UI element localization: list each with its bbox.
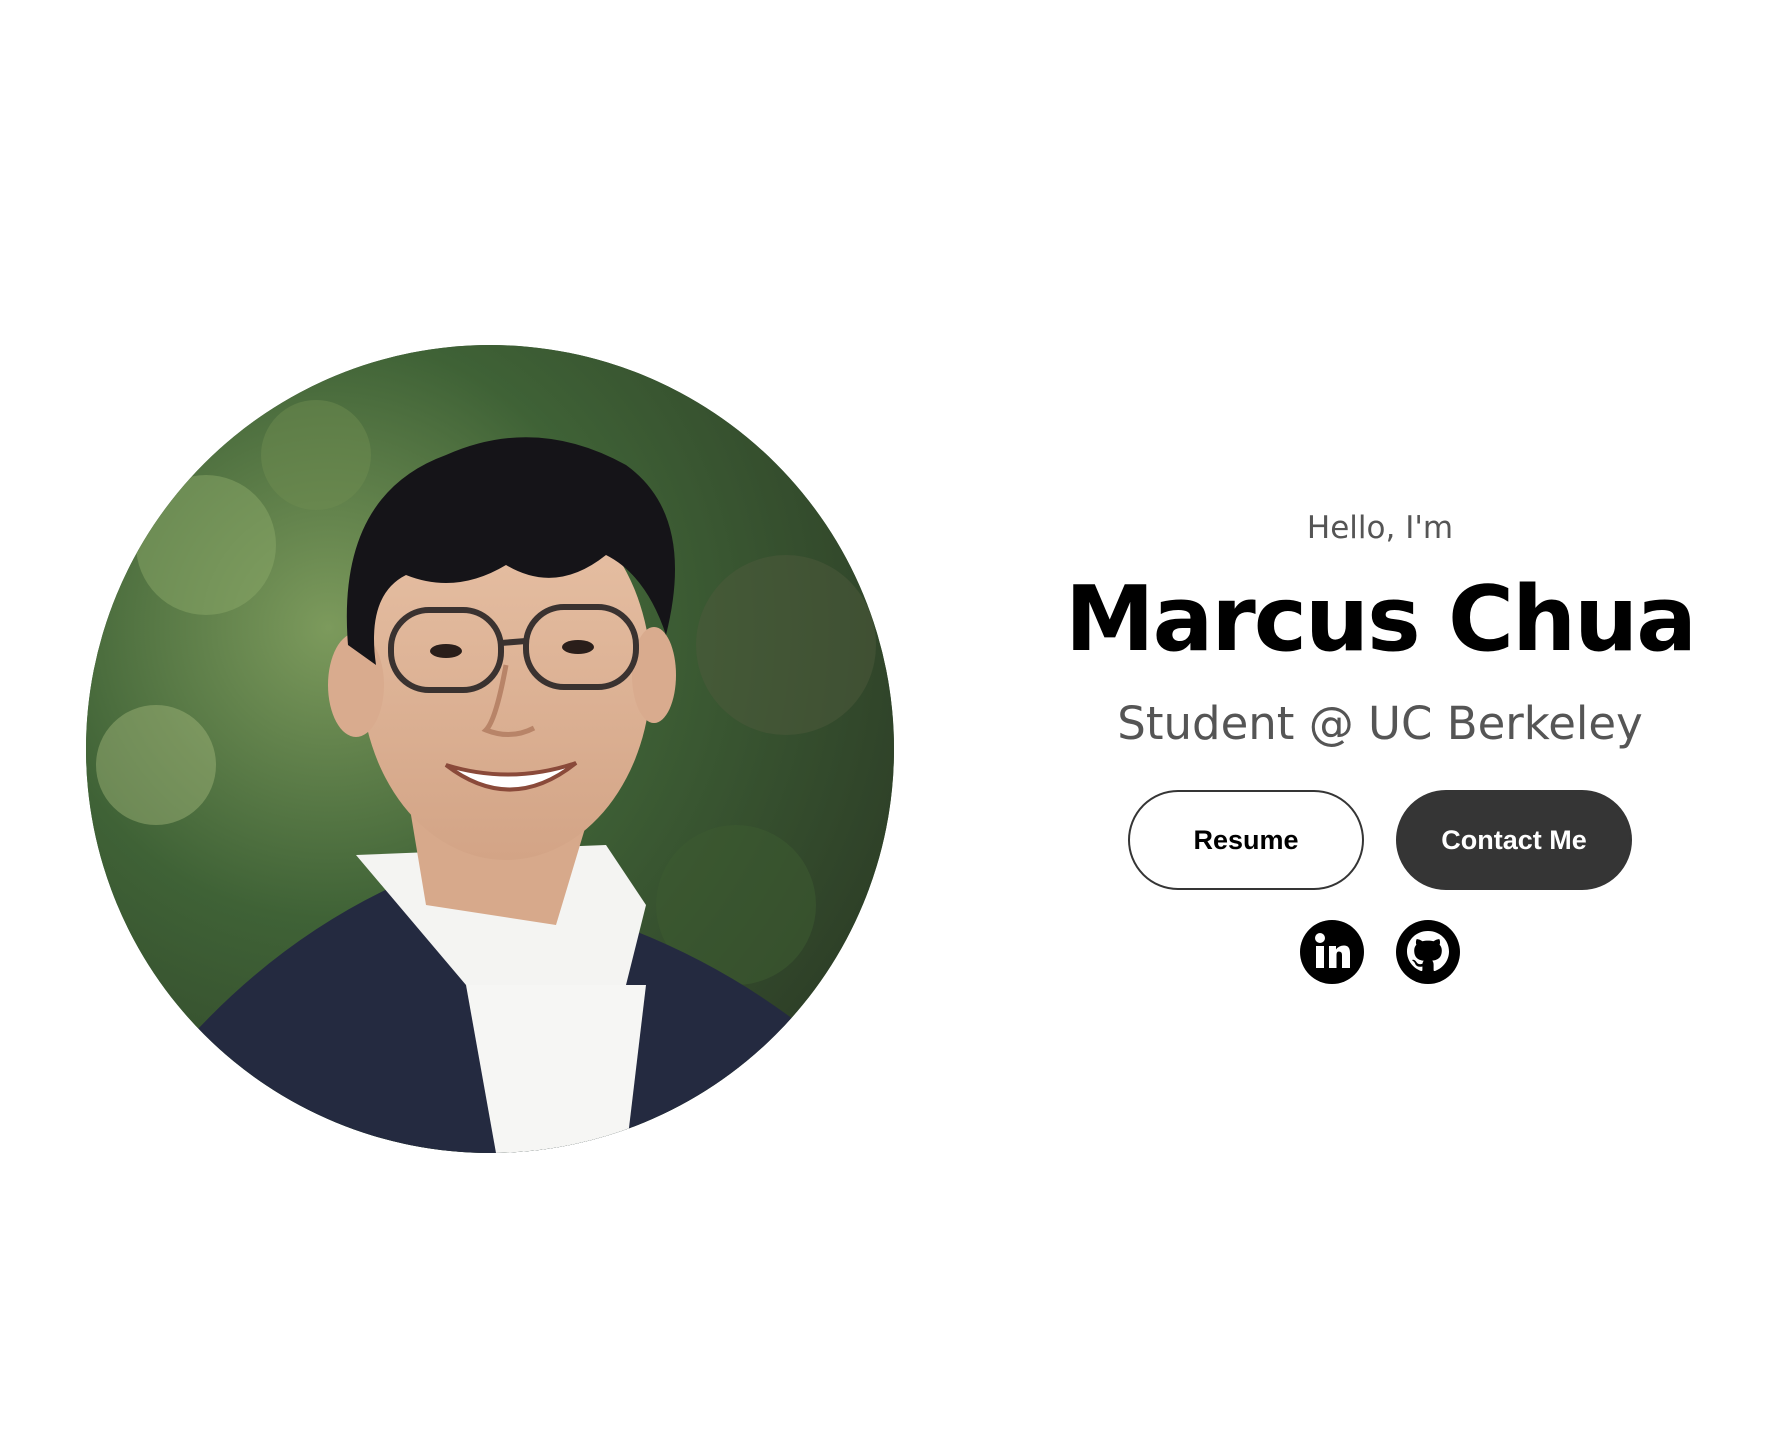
github-icon — [1396, 920, 1460, 984]
intro-section: Hello, I'm Marcus Chua Student @ UC Berk… — [1000, 490, 1760, 984]
profile-photo — [86, 345, 894, 1153]
contact-me-button[interactable]: Contact Me — [1396, 790, 1632, 890]
linkedin-icon — [1300, 920, 1364, 984]
greeting-text: Hello, I'm — [1306, 510, 1454, 546]
linkedin-link[interactable] — [1300, 920, 1364, 984]
action-buttons: Resume Contact Me — [1000, 790, 1760, 890]
subtitle-text: Student @ UC Berkeley — [1117, 697, 1643, 750]
page-title: Marcus Chua — [1065, 567, 1697, 672]
social-links — [1000, 920, 1760, 984]
profile-page: Hello, I'm Marcus Chua Student @ UC Berk… — [0, 0, 1786, 1434]
resume-button[interactable]: Resume — [1128, 790, 1364, 890]
github-link[interactable] — [1396, 920, 1460, 984]
